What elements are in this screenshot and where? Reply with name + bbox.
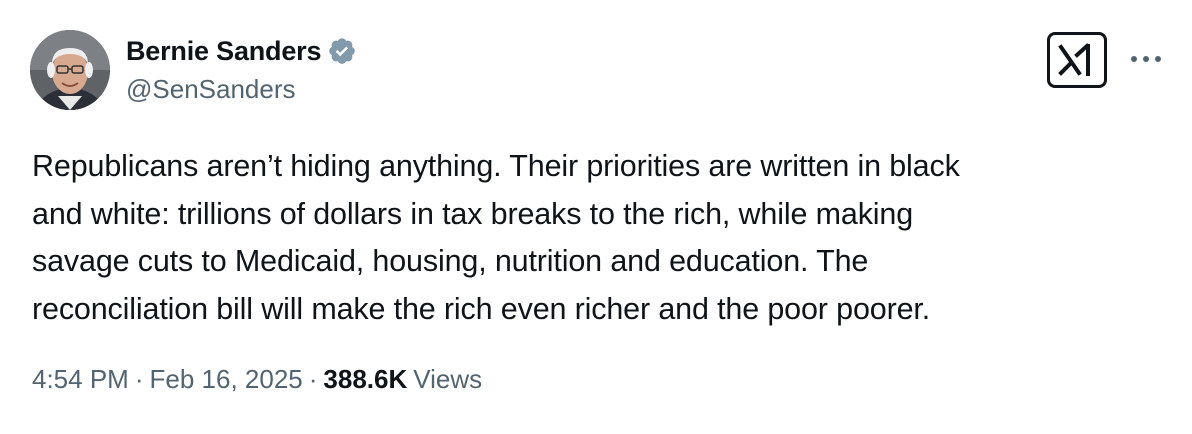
meta-separator: ·: [134, 364, 144, 394]
post-time[interactable]: 4:54 PM: [32, 364, 129, 395]
author-handle[interactable]: @SenSanders: [126, 74, 296, 105]
verified-badge-icon[interactable]: [327, 36, 357, 66]
more-options-button[interactable]: [1126, 44, 1166, 74]
grok-button[interactable]: [1047, 32, 1107, 88]
tweet-card: Bernie Sanders @SenSanders Republicans a…: [0, 0, 1192, 434]
post-meta: 4:54 PM · Feb 16, 2025 · 388.6K Views: [32, 364, 482, 395]
post-text: Republicans aren’t hiding anything. Thei…: [32, 149, 960, 326]
views-label: Views: [413, 364, 483, 394]
more-options-icon: [1131, 56, 1161, 62]
author-display-name[interactable]: Bernie Sanders: [126, 36, 321, 67]
grok-icon: [1058, 43, 1090, 76]
author-name-row: Bernie Sanders: [126, 34, 357, 68]
meta-separator: ·: [308, 364, 318, 394]
post-date[interactable]: Feb 16, 2025: [150, 364, 303, 395]
avatar[interactable]: [30, 30, 110, 110]
avatar-image: [30, 30, 110, 110]
views-count[interactable]: 388.6K: [323, 364, 407, 395]
